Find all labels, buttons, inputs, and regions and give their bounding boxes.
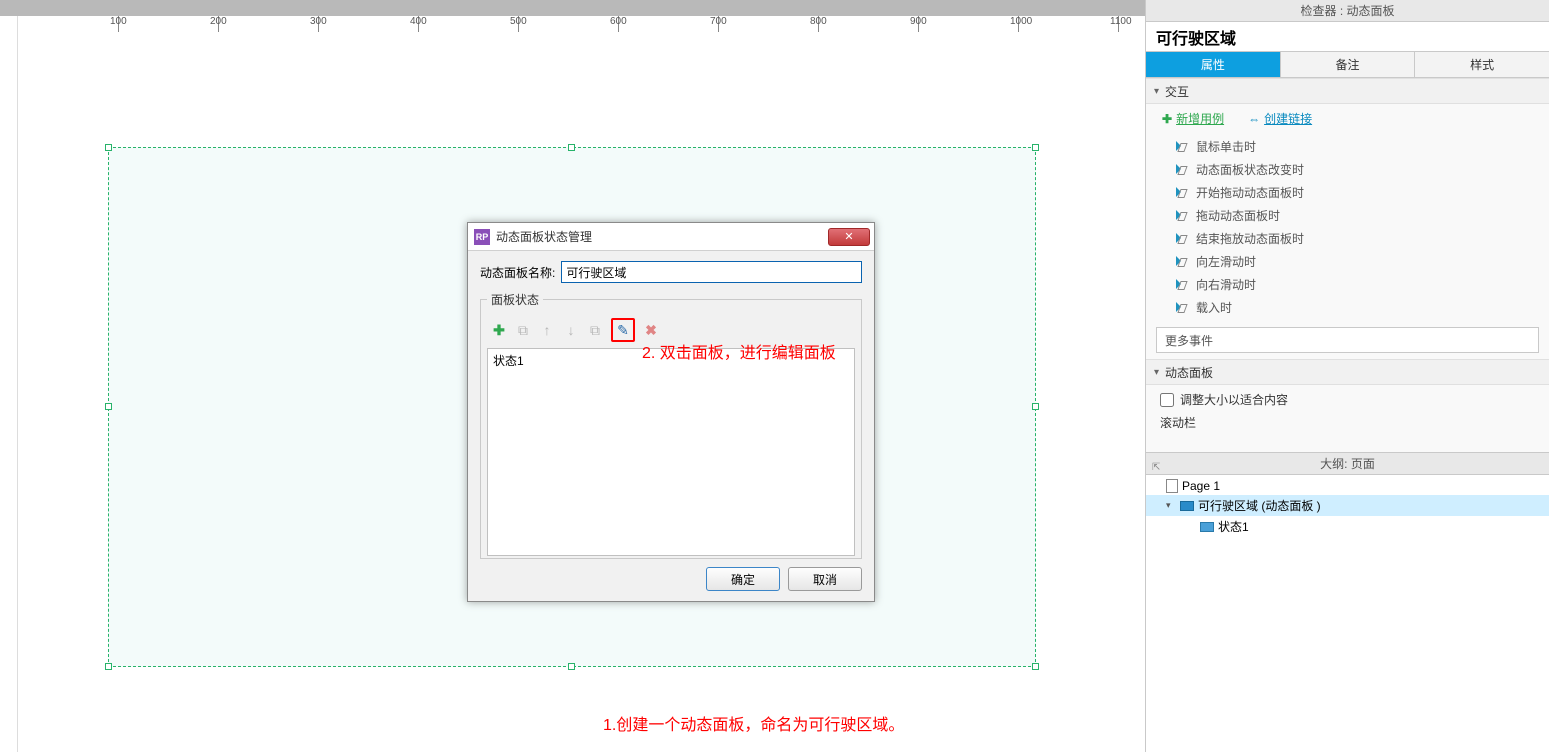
annotation-step1: 1.创建一个动态面板，命名为可行驶区域。	[603, 711, 904, 735]
inspector-title: 检查器 : 动态面板	[1146, 0, 1549, 22]
event-item[interactable]: 结束拖放动态面板时	[1146, 227, 1549, 250]
outline-panel: ⇱ 大纲: 页面 Page 1 ▾ 可行驶区域 (动态面板 ) 状态1	[1146, 452, 1549, 752]
event-label: 动态面板状态改变时	[1196, 161, 1304, 178]
fit-content-row: 调整大小以适合内容	[1146, 385, 1549, 414]
tree-page-label: Page 1	[1182, 479, 1220, 493]
state-list[interactable]: 状态1	[487, 348, 855, 556]
interactions-links: ✚ 新增用例 ⇔ 创建链接	[1146, 104, 1549, 133]
edit-state-highlight: ✎	[611, 318, 635, 342]
event-label: 向左滑动时	[1196, 253, 1256, 270]
tab-notes[interactable]: 备注	[1281, 52, 1416, 77]
section-interactions[interactable]: ▾ 交互	[1146, 78, 1549, 104]
event-icon	[1176, 164, 1188, 176]
event-item[interactable]: 载入时	[1146, 296, 1549, 319]
event-label: 结束拖放动态面板时	[1196, 230, 1304, 247]
link-icon: ⇔	[1248, 112, 1260, 126]
app-icon: RP	[474, 229, 490, 245]
event-icon	[1176, 141, 1188, 153]
fit-content-label: 调整大小以适合内容	[1180, 391, 1288, 408]
duplicate-state-icon[interactable]: ⧉	[515, 322, 531, 338]
event-item[interactable]: 开始拖动动态面板时	[1146, 181, 1549, 204]
tree-dynamic-panel-row[interactable]: ▾ 可行驶区域 (动态面板 )	[1146, 495, 1549, 516]
left-ruler	[0, 16, 18, 752]
add-state-icon[interactable]: ✚	[491, 322, 507, 338]
copy-state-icon[interactable]: ⧉	[587, 322, 603, 338]
section-interactions-label: 交互	[1165, 83, 1189, 100]
close-icon: ✕	[844, 230, 853, 243]
tab-style[interactable]: 样式	[1415, 52, 1549, 77]
event-icon	[1176, 187, 1188, 199]
resize-handle-tl[interactable]	[105, 144, 112, 151]
dynamic-panel-icon	[1180, 501, 1194, 511]
event-label: 开始拖动动态面板时	[1196, 184, 1304, 201]
tree-state-row[interactable]: 状态1	[1146, 516, 1549, 537]
properties-body: ▾ 交互 ✚ 新增用例 ⇔ 创建链接 鼠标单击时动态面板状态改变时开始拖动动态面板时…	[1146, 78, 1549, 452]
event-label: 拖动动态面板时	[1196, 207, 1280, 224]
chevron-down-icon: ▾	[1154, 367, 1159, 378]
event-list: 鼠标单击时动态面板状态改变时开始拖动动态面板时拖动动态面板时结束拖放动态面板时向…	[1146, 133, 1549, 321]
scrollbar-section-label: 滚动栏	[1146, 414, 1549, 435]
more-events-button[interactable]: 更多事件	[1156, 327, 1539, 353]
event-label: 鼠标单击时	[1196, 138, 1256, 155]
object-name-title: 可行驶区域	[1146, 22, 1549, 52]
outline-tree: Page 1 ▾ 可行驶区域 (动态面板 ) 状态1	[1146, 475, 1549, 539]
dialog-titlebar[interactable]: RP 动态面板状态管理 ✕	[468, 223, 874, 251]
tree-dynamic-panel-label: 可行驶区域 (动态面板 )	[1198, 497, 1321, 514]
plus-icon: ✚	[1162, 112, 1172, 126]
tree-state-label: 状态1	[1218, 518, 1249, 535]
annotation-step2: 2. 双击面板，进行编辑面板	[642, 339, 836, 363]
inspector-tabs: 属性 备注 样式	[1146, 52, 1549, 78]
section-dynamic-panel[interactable]: ▾ 动态面板	[1146, 359, 1549, 385]
event-item[interactable]: 动态面板状态改变时	[1146, 158, 1549, 181]
add-case-link[interactable]: 新增用例	[1176, 112, 1224, 126]
dialog-close-button[interactable]: ✕	[828, 228, 870, 246]
right-panel: 检查器 : 动态面板 可行驶区域 属性 备注 样式 ▾ 交互 ✚ 新增用例 ⇔ 创建…	[1145, 0, 1549, 752]
event-label: 向右滑动时	[1196, 276, 1256, 293]
resize-handle-tr[interactable]	[1032, 144, 1039, 151]
chevron-down-icon: ▾	[1154, 86, 1159, 97]
resize-handle-tm[interactable]	[568, 144, 575, 151]
fit-content-checkbox[interactable]	[1160, 393, 1174, 407]
resize-handle-ml[interactable]	[105, 403, 112, 410]
event-item[interactable]: 向右滑动时	[1146, 273, 1549, 296]
event-icon	[1176, 233, 1188, 245]
move-down-icon[interactable]: ↓	[563, 322, 579, 338]
delete-state-icon[interactable]: ✖	[643, 322, 659, 338]
event-icon	[1176, 279, 1188, 291]
pin-icon[interactable]: ⇱	[1152, 457, 1160, 479]
resize-handle-mr[interactable]	[1032, 403, 1039, 410]
event-icon	[1176, 302, 1188, 314]
edit-state-icon[interactable]: ✎	[615, 322, 631, 338]
create-link-link[interactable]: 创建链接	[1264, 112, 1312, 126]
event-item[interactable]: 向左滑动时	[1146, 250, 1549, 273]
ok-button[interactable]: 确定	[706, 567, 780, 591]
panel-name-label: 动态面板名称:	[480, 264, 555, 281]
resize-handle-bm[interactable]	[568, 663, 575, 670]
tab-properties[interactable]: 属性	[1146, 52, 1281, 77]
event-icon	[1176, 210, 1188, 222]
section-dynamic-panel-label: 动态面板	[1165, 364, 1213, 381]
dialog-title: 动态面板状态管理	[496, 228, 592, 245]
panel-states-legend: 面板状态	[487, 291, 543, 308]
event-item[interactable]: 鼠标单击时	[1146, 135, 1549, 158]
move-up-icon[interactable]: ↑	[539, 322, 555, 338]
outline-title: ⇱ 大纲: 页面	[1146, 453, 1549, 475]
panel-states-fieldset: 面板状态 ✚ ⧉ ↑ ↓ ⧉ ✎ ✖ 状态1	[480, 291, 862, 559]
resize-handle-br[interactable]	[1032, 663, 1039, 670]
canvas-area[interactable]: RP 动态面板状态管理 ✕ 动态面板名称: 面板状态 ✚ ⧉ ↑ ↓ ⧉	[18, 34, 1128, 752]
page-icon	[1166, 479, 1178, 493]
event-label: 载入时	[1196, 299, 1232, 316]
cancel-button[interactable]: 取消	[788, 567, 862, 591]
state-icon	[1200, 522, 1214, 532]
panel-name-input[interactable]	[561, 261, 862, 283]
tree-toggle-icon[interactable]: ▾	[1166, 500, 1176, 511]
tree-page-row[interactable]: Page 1	[1146, 477, 1549, 495]
event-item[interactable]: 拖动动态面板时	[1146, 204, 1549, 227]
panel-state-manager-dialog: RP 动态面板状态管理 ✕ 动态面板名称: 面板状态 ✚ ⧉ ↑ ↓ ⧉	[467, 222, 875, 602]
outline-title-label: 大纲: 页面	[1320, 457, 1375, 471]
top-ruler: 10020030040050060070080090010001100	[0, 0, 1145, 34]
event-icon	[1176, 256, 1188, 268]
resize-handle-bl[interactable]	[105, 663, 112, 670]
